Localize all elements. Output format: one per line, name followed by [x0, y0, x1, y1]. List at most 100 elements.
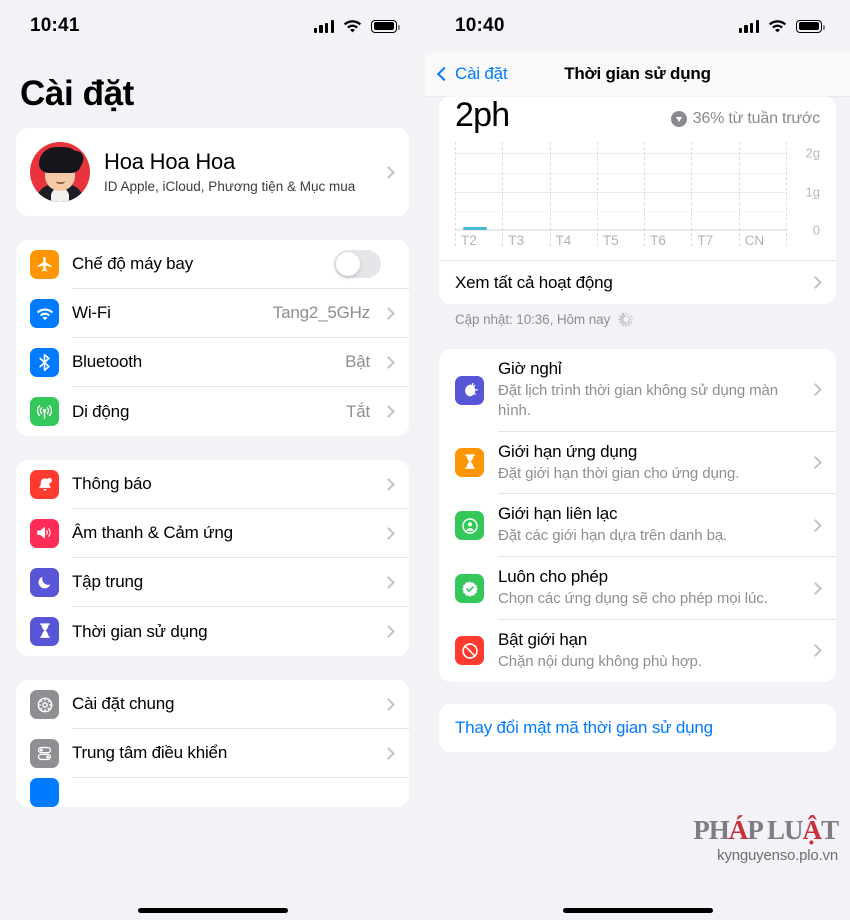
back-label: Cài đặt [455, 64, 508, 83]
row-value: Bật [345, 352, 370, 371]
chevron-right-icon [809, 456, 822, 469]
chart-baseline [455, 229, 786, 230]
avatar [30, 142, 90, 202]
row-label: Thời gian sử dụng [72, 621, 208, 641]
feature-subtitle: Đặt lịch trình thời gian không sử dụng m… [498, 382, 779, 419]
chevron-right-icon [382, 526, 395, 540]
row-body: Thời gian sử dụng [72, 607, 409, 656]
speaker-icon [30, 519, 59, 548]
airplane-mode-toggle[interactable] [334, 250, 381, 278]
loading-spinner-icon [618, 312, 634, 327]
last-updated: Cập nhật: 10:36, Hôm nay [439, 304, 836, 327]
change-passcode-row[interactable]: Thay đổi mật mã thời gian sử dụng [439, 703, 836, 752]
account-name: Hoa Hoa Hoa [104, 148, 236, 174]
sidebar-item-focus[interactable]: Tập trung [16, 558, 409, 607]
feature-subtitle: Đặt giới hạn thời gian cho ứng dụng. [498, 464, 740, 482]
feature-body: Luôn cho phép Chọn các ứng dụng sẽ cho p… [498, 557, 836, 620]
home-indicator [562, 907, 713, 913]
total-usage-value: 2ph [455, 96, 510, 134]
screen-time-features-card: Giờ nghỉ Đặt lịch trình thời gian không … [439, 349, 836, 682]
chart-x-tick-label: T3 [508, 233, 525, 248]
row-accessory: Bật [345, 352, 409, 372]
chevron-right-icon [809, 276, 822, 289]
feature-title: Luôn cho phép [498, 567, 608, 587]
account-subtitle: ID Apple, iCloud, Phương tiện & Mục mua [104, 178, 356, 194]
weekly-delta: 36% từ tuần trước [670, 110, 820, 132]
chevron-right-icon [809, 383, 822, 397]
bluetooth-icon [30, 348, 59, 377]
feature-text: Bật giới hạn Chặn nội dung không phù hợp… [498, 630, 805, 672]
feature-row-downtime[interactable]: Giờ nghỉ Đặt lịch trình thời gian không … [439, 349, 836, 432]
hourglass-icon [30, 617, 59, 646]
airplane-icon [30, 250, 59, 279]
feature-row-communication-limits[interactable]: Giới hạn liên lạc Đặt các giới hạn dựa t… [439, 494, 836, 558]
apple-account-row[interactable]: Hoa Hoa Hoa ID Apple, iCloud, Phương tiệ… [16, 128, 409, 216]
view-all-activity-row[interactable]: Xem tất cả hoạt động [439, 260, 836, 304]
page-title: Cài đặt [20, 74, 134, 113]
chart-gridline-minor [455, 210, 786, 212]
sidebar-item-sounds-haptics[interactable]: Âm thanh & Cảm ứng [16, 509, 409, 558]
back-button[interactable]: Cài đặt [436, 64, 508, 84]
sidebar-item-general[interactable]: Cài đặt chung [16, 680, 409, 729]
sidebar-item-notifications[interactable]: Thông báo [16, 460, 409, 509]
chart-vertical-separator [644, 142, 646, 246]
row-body: Cài đặt chung [72, 680, 409, 729]
chart-vertical-separator [549, 142, 551, 246]
sidebar-item-screen-time[interactable]: Thời gian sử dụng [16, 607, 409, 656]
arrow-down-circle-icon [670, 111, 687, 127]
chevron-right-icon [382, 746, 395, 760]
feature-row-app-limits[interactable]: Giới hạn ứng dụng Đặt giới hạn thời gian… [439, 432, 836, 495]
feature-title: Bật giới hạn [498, 629, 588, 649]
chart-gridline-minor [455, 172, 786, 174]
row-value: Tắt [346, 401, 370, 421]
row-body [72, 782, 409, 804]
sidebar-item-cellular[interactable]: Di động Tắt [16, 387, 409, 436]
row-body: Di động Tắt [72, 387, 409, 436]
row-label: Âm thanh & Cảm ứng [72, 523, 233, 542]
dual-phone-screenshot: 10:41 Cài đặt Hoa Hoa Hoa ID Apple, iClo… [0, 0, 850, 920]
chart-vertical-separator [786, 142, 787, 246]
view-all-activity-label: Xem tất cả hoạt động [455, 272, 613, 292]
sidebar-item-wifi[interactable]: Wi-Fi Tang2_5GHz [16, 289, 409, 338]
account-card: Hoa Hoa Hoa ID Apple, iCloud, Phương tiệ… [16, 128, 409, 216]
chevron-right-icon [809, 518, 822, 532]
feature-text: Giờ nghỉ Đặt lịch trình thời gian không … [498, 359, 805, 421]
change-passcode-label: Thay đổi mật mã thời gian sử dụng [455, 717, 713, 737]
feature-row-content-restrictions[interactable]: Bật giới hạn Chặn nội dung không phù hợp… [439, 620, 836, 682]
feature-body: Giờ nghỉ Đặt lịch trình thời gian không … [498, 349, 836, 432]
weekly-delta-text: 36% từ tuần trước [692, 110, 820, 127]
spinner-blade [624, 322, 627, 327]
chart-x-tick-label: T4 [555, 233, 572, 248]
settings-scroll-area[interactable]: Cài đặt Hoa Hoa Hoa ID Apple, iCloud, Ph… [0, 52, 425, 807]
usage-chart-card[interactable]: 2ph 36% từ tuần trước 0 1g 2g T2 T3 T4 T5 T6 T7… [439, 96, 836, 304]
chevron-right-icon [382, 575, 395, 589]
sidebar-item-control-center[interactable]: Trung tâm điều khiển [16, 729, 409, 778]
chevron-right-icon [382, 405, 395, 418]
chevron-right-icon [382, 306, 395, 320]
check-badge-icon [455, 574, 484, 604]
feature-text: Giới hạn ứng dụng Đặt giới hạn thời gian… [498, 442, 805, 484]
notifications-group: Thông báo Âm thanh & Cảm ứng Tập trung T… [16, 460, 409, 656]
sidebar-item-bluetooth[interactable]: Bluetooth Bật [16, 338, 409, 387]
row-value: Tang2_5GHz [272, 303, 370, 322]
watermark-logo-mid: P LU [747, 815, 803, 845]
sidebar-item-airplane-mode[interactable]: Chế độ máy bay [16, 240, 409, 289]
screen-time-scroll-area[interactable]: 2ph 36% từ tuần trước 0 1g 2g T2 T3 T4 T5 T6 T7… [425, 96, 850, 752]
chart-gridline [455, 191, 786, 193]
status-icons [738, 19, 825, 33]
chart-x-tick-label: T5 [602, 233, 619, 248]
chart-gridline [455, 153, 786, 155]
chevron-right-icon [809, 644, 822, 658]
row-label: Di động [72, 401, 130, 421]
watermark: PHÁP LUẬT kynguyenso.plo.vn [693, 815, 839, 865]
chart-plot-area: 0 1g 2g T2 T3 T4 T5 T6 T7 CN [439, 138, 836, 248]
feature-subtitle: Chọn các ứng dụng sẽ cho phép mọi lúc. [498, 590, 768, 608]
row-body: Âm thanh & Cảm ứng [72, 509, 409, 558]
row-accessory [378, 526, 409, 540]
feature-title: Giới hạn ứng dụng [498, 441, 638, 461]
chart-header: 2ph 36% từ tuần trước [439, 96, 836, 138]
feature-row-always-allowed[interactable]: Luôn cho phép Chọn các ứng dụng sẽ cho p… [439, 557, 836, 620]
row-body: Tập trung [72, 558, 409, 607]
row-label: Tập trung [72, 572, 143, 591]
sidebar-item-partial-next[interactable] [16, 778, 409, 807]
